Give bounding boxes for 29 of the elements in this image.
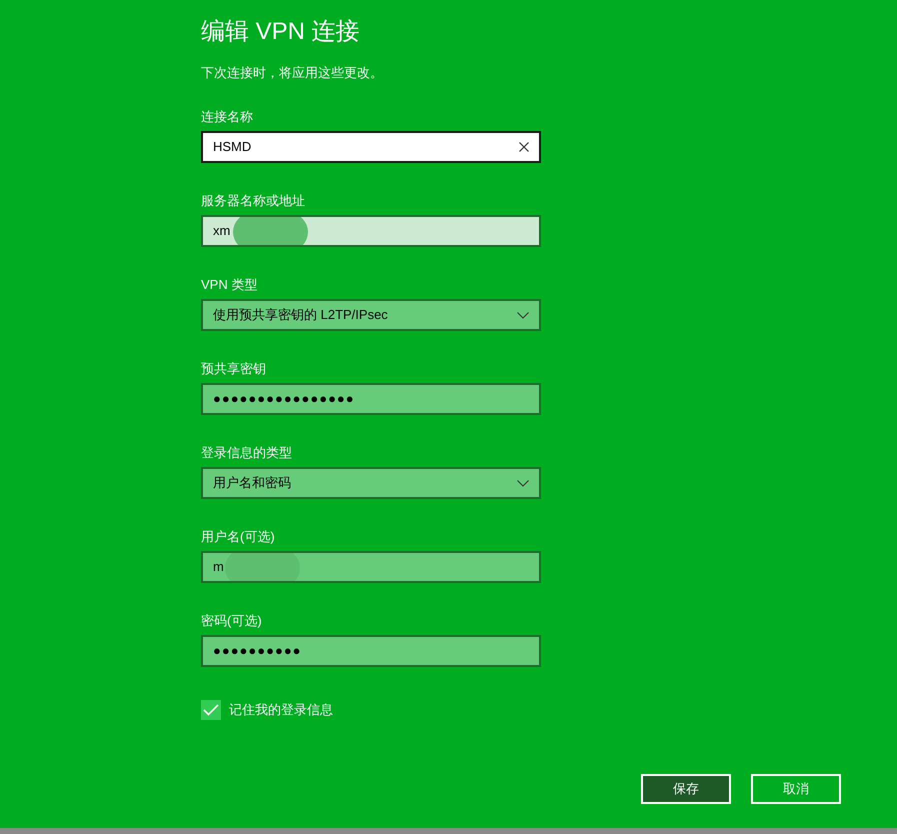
close-icon[interactable] [519,142,529,152]
chevron-down-icon [517,480,529,486]
password-field[interactable]: ●●●●●●●●●●●●●●●● [201,383,541,415]
dropdown[interactable]: 使用预共享密钥的 L2TP/IPsec [201,299,541,331]
save-button[interactable]: 保存 [641,774,731,804]
dropdown[interactable]: 用户名和密码 [201,467,541,499]
field-value: 使用预共享密钥的 L2TP/IPsec [213,306,389,324]
field-value: xm [213,222,232,240]
field-value: ●●●●●●●●●● [213,642,303,660]
field-label: 服务器名称或地址 [201,192,305,210]
input-field[interactable]: m [201,551,541,583]
password-field[interactable]: ●●●●●●●●●● [201,635,541,667]
input-field[interactable]: xm [201,215,541,247]
checkbox-label: 记住我的登录信息 [229,701,333,720]
chevron-down-icon [517,312,529,318]
field-label: 登录信息的类型 [201,444,292,462]
field-label: 预共享密钥 [201,360,266,378]
field-value: HSMD [213,138,252,156]
field-label: 连接名称 [201,108,253,126]
field-value: m [213,558,225,576]
checkbox[interactable] [201,700,221,720]
field-label: 密码(可选) [201,612,262,630]
field-label: VPN 类型 [201,276,258,294]
subtitle: 下次连接时，将应用这些更改。 [201,64,384,82]
field-value: ●●●●●●●●●●●●●●●● [213,390,356,408]
field-value: 用户名和密码 [213,474,292,492]
input-field[interactable]: HSMD [201,131,541,163]
page-title: 编辑 VPN 连接 [201,18,361,46]
field-label: 用户名(可选) [201,528,275,546]
